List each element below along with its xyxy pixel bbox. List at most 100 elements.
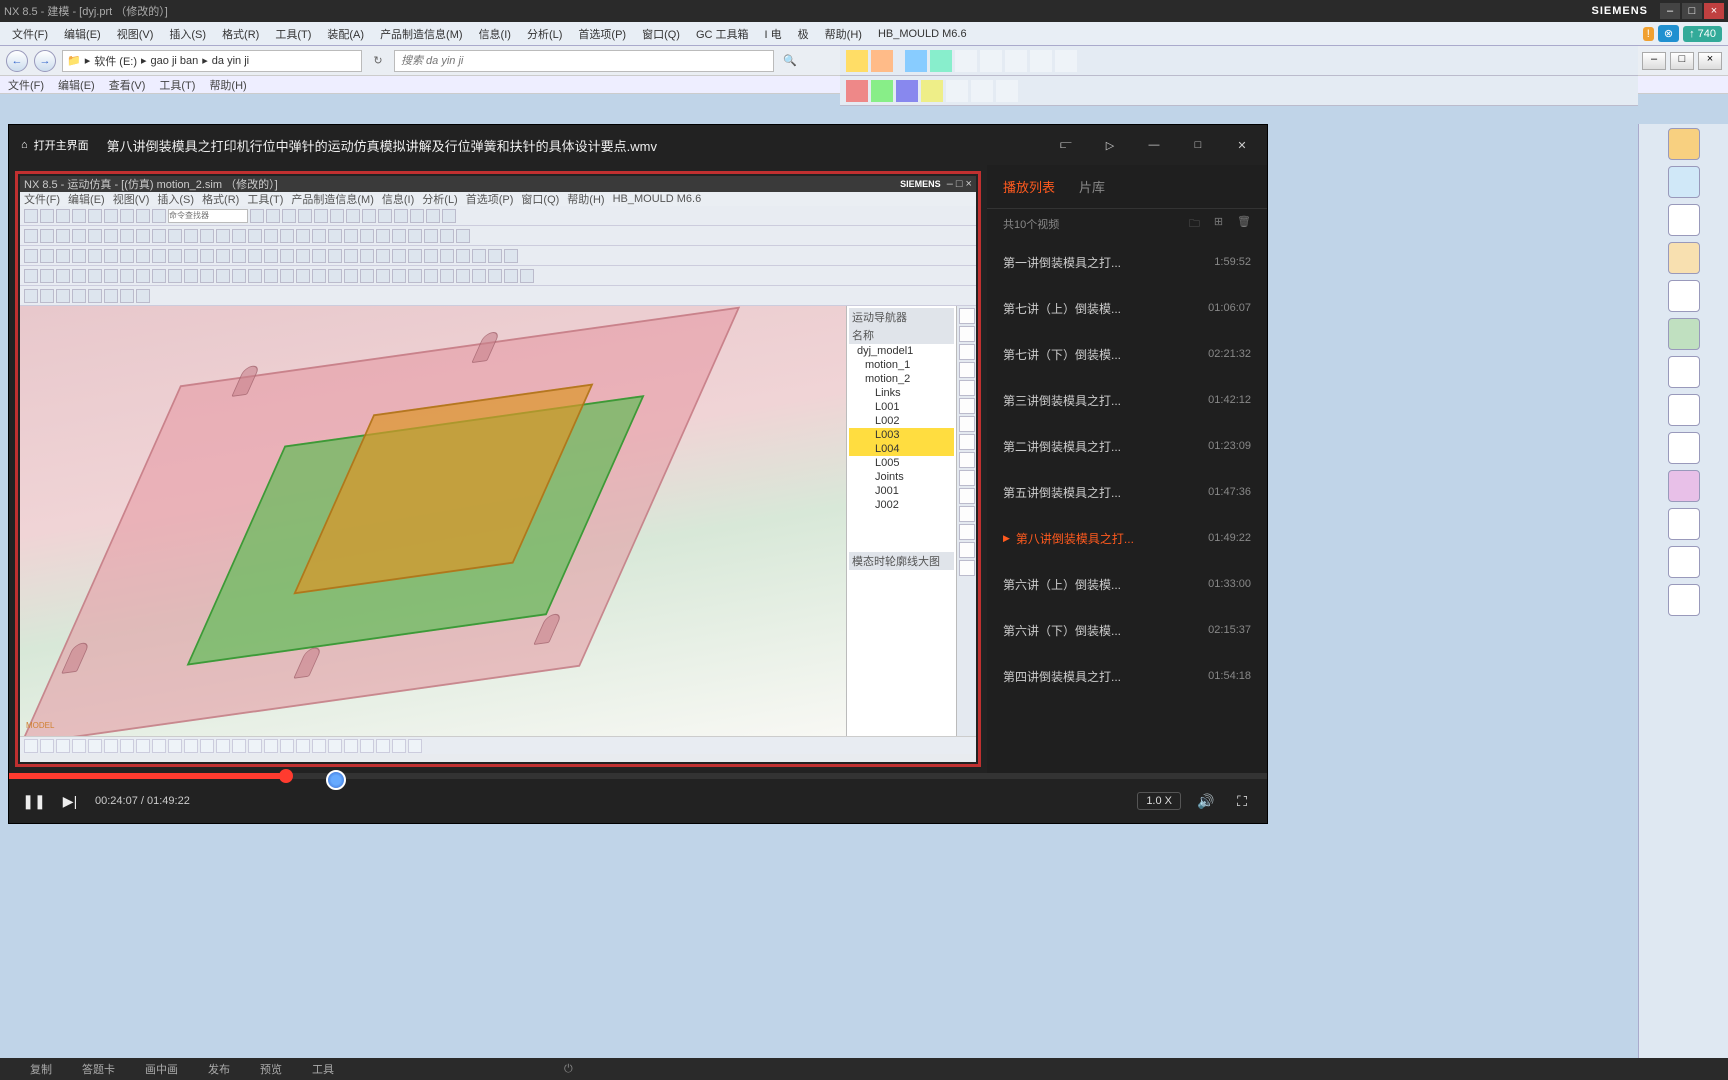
menu-hbmould[interactable]: HB_MOULD M6.6 — [872, 26, 973, 42]
playlist-item[interactable]: 第七讲（下）倒装模...02:21:32 — [987, 331, 1267, 377]
sidebar-tool-icon[interactable] — [1668, 356, 1700, 388]
player-close-button[interactable]: ✕ — [1229, 132, 1255, 158]
bottom-item[interactable]: 预览 — [260, 1061, 282, 1077]
alert-badge[interactable]: ! — [1643, 27, 1654, 41]
tool-icon[interactable] — [1005, 50, 1027, 72]
playlist-item[interactable]: 第六讲（下）倒装模...02:15:37 — [987, 607, 1267, 653]
tool-icon[interactable] — [980, 50, 1002, 72]
sidebar-tool-icon[interactable] — [1668, 204, 1700, 236]
tool-icon[interactable] — [1030, 50, 1052, 72]
exp-menu-help[interactable]: 帮助(H) — [209, 77, 246, 93]
bottom-item[interactable]: 发布 — [208, 1061, 230, 1077]
player-min-button[interactable]: — — [1141, 132, 1167, 158]
menu-assembly[interactable]: 装配(A) — [321, 24, 370, 44]
bottom-item[interactable]: 工具 — [312, 1061, 334, 1077]
breadcrumb[interactable]: 📁 ▸ 软件 (E:) ▸ gao ji ban ▸ da yin ji — [62, 50, 362, 72]
search-input[interactable] — [394, 50, 774, 72]
tool-icon[interactable] — [971, 80, 993, 102]
playlist-item[interactable]: 第二讲倒装模具之打...01:23:09 — [987, 423, 1267, 469]
menu-help[interactable]: 帮助(H) — [819, 24, 868, 44]
menu-elec[interactable]: I 电 — [759, 24, 788, 44]
playlist-item[interactable]: 第四讲倒装模具之打...01:54:18 — [987, 653, 1267, 699]
menu-info[interactable]: 信息(I) — [473, 24, 517, 44]
menu-ji[interactable]: 极 — [792, 24, 815, 44]
tool-icon[interactable] — [1055, 50, 1077, 72]
menu-prefs[interactable]: 首选项(P) — [572, 24, 632, 44]
tool-icon[interactable] — [896, 80, 918, 102]
sidebar-tool-icon[interactable] — [1668, 128, 1700, 160]
path-seg-1[interactable]: gao ji ban — [151, 55, 199, 67]
menu-analyze[interactable]: 分析(L) — [521, 24, 568, 44]
tool-icon[interactable] — [946, 80, 968, 102]
video-pane[interactable]: NX 8.5 - 运动仿真 - [(仿真) motion_2.sim （修改的）… — [9, 165, 987, 773]
exp-menu-edit[interactable]: 编辑(E) — [58, 77, 95, 93]
tab-playlist[interactable]: 播放列表 — [1003, 177, 1055, 196]
fullscreen-icon[interactable]: ⛶ — [1231, 790, 1253, 812]
sidebar-tool-icon[interactable] — [1668, 470, 1700, 502]
sidebar-tool-icon[interactable] — [1668, 394, 1700, 426]
sidebar-tool-icon[interactable] — [1668, 166, 1700, 198]
exp-menu-tools[interactable]: 工具(T) — [159, 77, 195, 93]
delete-icon[interactable]: 🗑 — [1237, 215, 1251, 234]
exp-min-button[interactable]: – — [1642, 52, 1666, 70]
menu-pmi[interactable]: 产品制造信息(M) — [374, 24, 469, 44]
sidebar-tool-icon[interactable] — [1668, 318, 1700, 350]
tool-icon[interactable] — [846, 80, 868, 102]
refresh-icon[interactable]: ↻ — [368, 54, 388, 67]
exp-menu-file[interactable]: 文件(F) — [8, 77, 44, 93]
bottom-item[interactable]: 复制 — [30, 1061, 52, 1077]
menu-edit[interactable]: 编辑(E) — [58, 24, 107, 44]
sidebar-tool-icon[interactable] — [1668, 432, 1700, 464]
home-button[interactable]: ⌂ 打开主界面 — [21, 137, 89, 153]
menu-tools[interactable]: 工具(T) — [269, 24, 317, 44]
search-icon[interactable]: 🔍 — [780, 54, 800, 67]
playlist-item[interactable]: 第七讲（上）倒装模...01:06:07 — [987, 285, 1267, 331]
sidebar-tool-icon[interactable] — [1668, 584, 1700, 616]
menu-format[interactable]: 格式(R) — [216, 24, 265, 44]
tool-icon[interactable] — [996, 80, 1018, 102]
next-button[interactable]: ▶| — [59, 790, 81, 812]
menu-view[interactable]: 视图(V) — [111, 24, 160, 44]
minimize-button[interactable]: – — [1660, 3, 1680, 19]
menu-insert[interactable]: 插入(S) — [163, 24, 212, 44]
player-max-button[interactable]: □ — [1185, 132, 1211, 158]
menu-gc[interactable]: GC 工具箱 — [690, 24, 755, 44]
exp-max-button[interactable]: □ — [1670, 52, 1694, 70]
exp-menu-view[interactable]: 查看(V) — [109, 77, 146, 93]
playlist-item[interactable]: 第三讲倒装模具之打...01:42:12 — [987, 377, 1267, 423]
bottom-item[interactable]: 画中画 — [145, 1061, 178, 1077]
popout-icon[interactable]: ⫍ — [1053, 132, 1079, 158]
playlist-item[interactable]: 第一讲倒装模具之打...1:59:52 — [987, 239, 1267, 285]
path-seg-0[interactable]: 软件 (E:) — [94, 53, 137, 69]
pin-icon[interactable]: ▷ — [1097, 132, 1123, 158]
playlist-item[interactable]: 第五讲倒装模具之打...01:47:36 — [987, 469, 1267, 515]
progress-bar[interactable] — [9, 773, 1267, 779]
sidebar-tool-icon[interactable] — [1668, 242, 1700, 274]
sidebar-tool-icon[interactable] — [1668, 508, 1700, 540]
maximize-button[interactable]: □ — [1682, 3, 1702, 19]
folder-icon[interactable]: 🗀 — [1189, 215, 1200, 234]
sidebar-tool-icon[interactable] — [1668, 280, 1700, 312]
tool-icon[interactable] — [871, 50, 893, 72]
sidebar-tool-icon[interactable] — [1668, 546, 1700, 578]
tool-icon[interactable] — [921, 80, 943, 102]
tool-icon[interactable] — [955, 50, 977, 72]
pause-button[interactable]: ❚❚ — [23, 790, 45, 812]
tab-library[interactable]: 片库 — [1079, 177, 1105, 196]
exp-close-button[interactable]: × — [1698, 52, 1722, 70]
forward-button[interactable]: → — [34, 50, 56, 72]
menu-file[interactable]: 文件(F) — [6, 24, 54, 44]
power-icon[interactable]: ⏻ — [564, 1063, 573, 1076]
menu-window[interactable]: 窗口(Q) — [636, 24, 686, 44]
sort-icon[interactable]: ⊞ — [1214, 215, 1223, 234]
playback-rate[interactable]: 1.0 X — [1137, 792, 1181, 810]
back-button[interactable]: ← — [6, 50, 28, 72]
tool-icon[interactable] — [871, 80, 893, 102]
tool-icon[interactable] — [846, 50, 868, 72]
playlist-item[interactable]: 第八讲倒装模具之打...01:49:22 — [987, 515, 1267, 561]
volume-icon[interactable]: 🔊 — [1195, 790, 1217, 812]
close-button[interactable]: × — [1704, 3, 1724, 19]
tool-icon[interactable] — [930, 50, 952, 72]
playlist-item[interactable]: 第六讲（上）倒装模...01:33:00 — [987, 561, 1267, 607]
path-seg-2[interactable]: da yin ji — [212, 55, 249, 67]
